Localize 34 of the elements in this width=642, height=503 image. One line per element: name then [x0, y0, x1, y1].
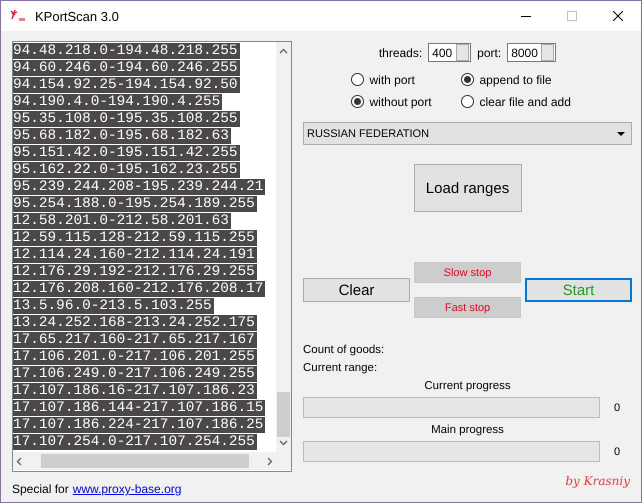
- port-label: port:: [477, 46, 502, 60]
- range-label: Current range:: [303, 362, 378, 374]
- clear-button[interactable]: Clear: [303, 278, 410, 302]
- radio-option[interactable]: without port: [350, 93, 460, 110]
- window-title: KPortScan 3.0: [35, 8, 120, 24]
- country-dropdown[interactable]: RUSSIAN FEDERATION: [303, 122, 632, 145]
- port-spinbox[interactable]: 8000: [507, 43, 556, 62]
- threads-label: threads:: [378, 46, 422, 60]
- count-label: Count of goods:: [303, 344, 386, 356]
- radio-option[interactable]: with port: [350, 71, 460, 88]
- author-credit: by Krasniy: [565, 474, 630, 488]
- close-icon[interactable]: [613, 11, 623, 21]
- progress-value: 0: [614, 402, 620, 414]
- scroll-down-icon[interactable]: [279, 440, 288, 446]
- scroll-thumb[interactable]: [277, 392, 290, 437]
- website-link[interactable]: www.proxy-base.org: [72, 482, 182, 496]
- scroll-up-icon[interactable]: [279, 48, 288, 54]
- dropdown-caret-icon: [617, 132, 625, 136]
- progress-title: Current progress: [424, 380, 511, 392]
- threads-spinbox[interactable]: 400: [428, 43, 472, 62]
- scroll-right-icon[interactable]: [267, 456, 273, 466]
- radio-option[interactable]: append to file: [460, 71, 590, 88]
- footer-text: Special for: [12, 482, 69, 496]
- ranges-text-area[interactable]: [12, 41, 292, 472]
- vertical-scrollbar[interactable]: [276, 42, 291, 452]
- scroll-left-icon[interactable]: [16, 456, 22, 466]
- progress-value: 0: [614, 446, 620, 458]
- app-icon: [9, 9, 27, 23]
- load-ranges-button[interactable]: Load ranges: [414, 164, 522, 212]
- radio-option[interactable]: clear file and add: [460, 93, 590, 110]
- horizontal-scrollbar[interactable]: [13, 452, 276, 470]
- progress-title: Main progress: [431, 424, 504, 436]
- scroll-thumb[interactable]: [40, 454, 248, 468]
- maximize-icon: [567, 11, 577, 21]
